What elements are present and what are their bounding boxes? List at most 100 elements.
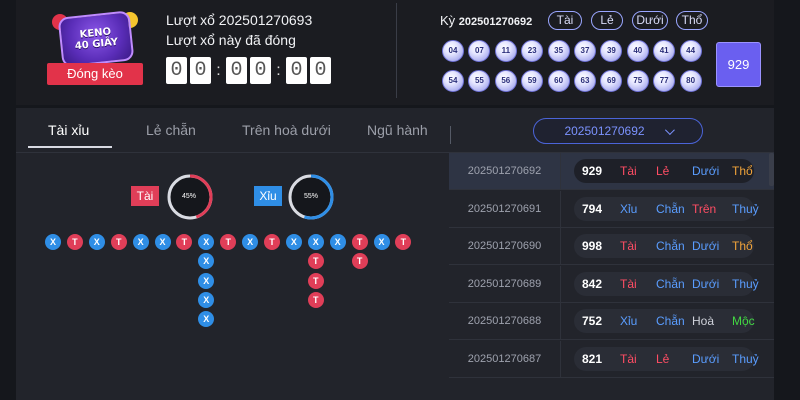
trend-cell-xiu: X	[242, 234, 259, 250]
history-result-pill: 929 Tài Lẻ Dưới Thổ	[574, 159, 754, 183]
trend-cell-tai: T	[307, 291, 324, 308]
history-result-tag: Mộc	[732, 314, 755, 329]
stat-tabs: Tài xỉu Lẻ chẵn Trên hoà dưới Ngũ hành 2…	[16, 108, 774, 153]
trend-cell-xiu: X	[198, 291, 215, 308]
history-result-tag: Lẻ	[656, 164, 670, 178]
history-result-tag: Chẵn	[656, 314, 685, 329]
trend-cell-xiu: X	[88, 234, 105, 250]
result-ball: 59	[521, 70, 544, 92]
history-period-id: 202501270691	[449, 190, 561, 228]
tai-percent: 45%	[182, 193, 197, 200]
history-period-id: 202501270687	[449, 341, 561, 378]
history-result-pill: 998 Tài Chẵn Dưới Thổ	[574, 234, 754, 259]
history-row[interactable]: 202501270689 842 Tài Chẵn Dưới Thuỷ	[449, 265, 774, 303]
history-result-tag: Tài	[620, 276, 637, 291]
tab-tren-hoa-duoi[interactable]: Trên hoà dưới	[242, 122, 331, 138]
tai-tag: Tài	[131, 186, 159, 206]
history-result-tag: Thuỷ	[732, 276, 759, 291]
history-sum: 842	[582, 276, 603, 291]
trend-cell-tai: T	[264, 234, 280, 250]
history-result-pill: 752 Xỉu Chẵn Hoà Mộc	[574, 309, 755, 334]
panel-divider	[396, 3, 397, 98]
history-result-tag: Tài	[620, 239, 637, 254]
tab-le-chan[interactable]: Lẻ chẵn	[146, 122, 196, 138]
draw-panel: KENO 40 GIÂY Đóng kèo Lượt xổ 2025012706…	[16, 0, 774, 105]
result-period: Kỳ 202501270692	[440, 13, 532, 28]
history-period-id: 202501270689	[449, 265, 561, 303]
countdown-digit: 0	[310, 57, 331, 84]
history-result-tag: Thổ	[732, 164, 753, 178]
draw-title: Lượt xổ 202501270693	[166, 12, 313, 28]
logo-badge: KENO 40 GIÂY	[57, 10, 135, 68]
result-ball: 04	[442, 40, 464, 62]
countdown-digit: 0	[226, 57, 247, 84]
history-sum: 929	[582, 164, 603, 178]
history-sum: 821	[582, 352, 603, 366]
result-ball: 07	[468, 40, 491, 62]
history-result-tag: Thuỷ	[732, 201, 759, 216]
result-ball: 56	[494, 70, 517, 92]
result-ball: 11	[494, 40, 517, 62]
history-result-tag: Chẵn	[656, 239, 685, 254]
trend-cell-xiu: X	[45, 234, 61, 250]
history-row[interactable]: 202501270691 794 Xỉu Chẵn Trên Thuỷ	[449, 190, 774, 228]
history-result-tag: Xỉu	[620, 314, 638, 329]
result-ball: 77	[653, 70, 676, 92]
result-ball: 23	[521, 40, 544, 62]
result-ball: 41	[653, 40, 676, 62]
result-chip-le: Lẻ	[591, 11, 623, 30]
result-ball: 40	[626, 40, 649, 62]
history-result-pill: 842 Tài Chẵn Dưới Thuỷ	[574, 271, 759, 296]
trend-cell-xiu: X	[329, 234, 346, 250]
result-ball: 80	[679, 70, 702, 92]
history-result-tag: Dưới	[692, 352, 720, 366]
period-select-value: 202501270692	[564, 124, 645, 138]
history-result-tag: Tài	[620, 352, 637, 366]
history-result-tag: Thuỷ	[732, 352, 759, 366]
history-result-tag: Tài	[620, 164, 637, 178]
countdown-separator: :	[276, 61, 281, 79]
statistics-panel: Tài xỉu Lẻ chẵn Trên hoà dưới Ngũ hành 2…	[16, 108, 774, 400]
countdown-digit: 0	[190, 57, 211, 84]
history-period-id: 202501270688	[449, 303, 561, 341]
trend-cell-xiu: X	[373, 234, 390, 250]
history-scrollbar[interactable]	[769, 153, 774, 186]
result-ball: 35	[547, 40, 570, 62]
history-row[interactable]: 202501270687 821 Tài Lẻ Dưới Thuỷ	[449, 341, 774, 378]
result-ball: 55	[468, 70, 491, 92]
history-result-tag: Hoà	[692, 314, 715, 329]
history-sum: 998	[582, 239, 603, 254]
trend-cell-xiu: X	[198, 234, 215, 250]
history-row[interactable]: 202501270690 998 Tài Chẵn Dưới Thổ	[449, 228, 774, 266]
history-row[interactable]: 202501270692 929 Tài Lẻ Dưới Thổ	[449, 153, 774, 190]
active-tab-indicator	[28, 146, 112, 148]
trend-cell-tai: T	[66, 234, 83, 250]
trend-cell-xiu: X	[285, 234, 302, 250]
close-bet-button[interactable]: Đóng kèo	[47, 63, 143, 85]
history-result-tag: Thổ	[732, 239, 753, 254]
tab-ngu-hanh[interactable]: Ngũ hành	[367, 122, 428, 138]
result-ball: 37	[574, 40, 596, 62]
period-select[interactable]: 202501270692	[533, 118, 703, 144]
history-result-tag: Dưới	[692, 239, 720, 254]
trend-cell-xiu: X	[307, 234, 324, 250]
trend-cell-tai: T	[351, 253, 368, 270]
result-ball: 75	[626, 70, 649, 92]
period-label: Kỳ	[440, 13, 456, 28]
trend-cell-xiu: X	[198, 253, 215, 270]
countdown-clock: 0 0 : 0 0 : 0 0	[166, 57, 334, 84]
xiu-percent: 55%	[304, 193, 319, 200]
history-row[interactable]: 202501270688 752 Xỉu Chẵn Hoà Mộc	[449, 303, 774, 341]
trend-cell-tai: T	[307, 253, 324, 270]
result-ball: 54	[442, 70, 464, 92]
trend-cell-tai: T	[307, 272, 324, 289]
trend-cell-tai: T	[220, 234, 237, 250]
tab-tai-xiu[interactable]: Tài xỉu	[48, 122, 89, 138]
trend-cell-xiu: X	[154, 234, 171, 250]
history-period-id: 202501270690	[449, 228, 561, 266]
history-period-id: 202501270692	[449, 153, 561, 190]
result-chip-tai: Tài	[548, 11, 582, 30]
history-result-tag: Lẻ	[656, 352, 670, 366]
history-result-tag: Chẵn	[656, 276, 685, 291]
draw-status: Lượt xổ này đã đóng	[166, 32, 296, 48]
